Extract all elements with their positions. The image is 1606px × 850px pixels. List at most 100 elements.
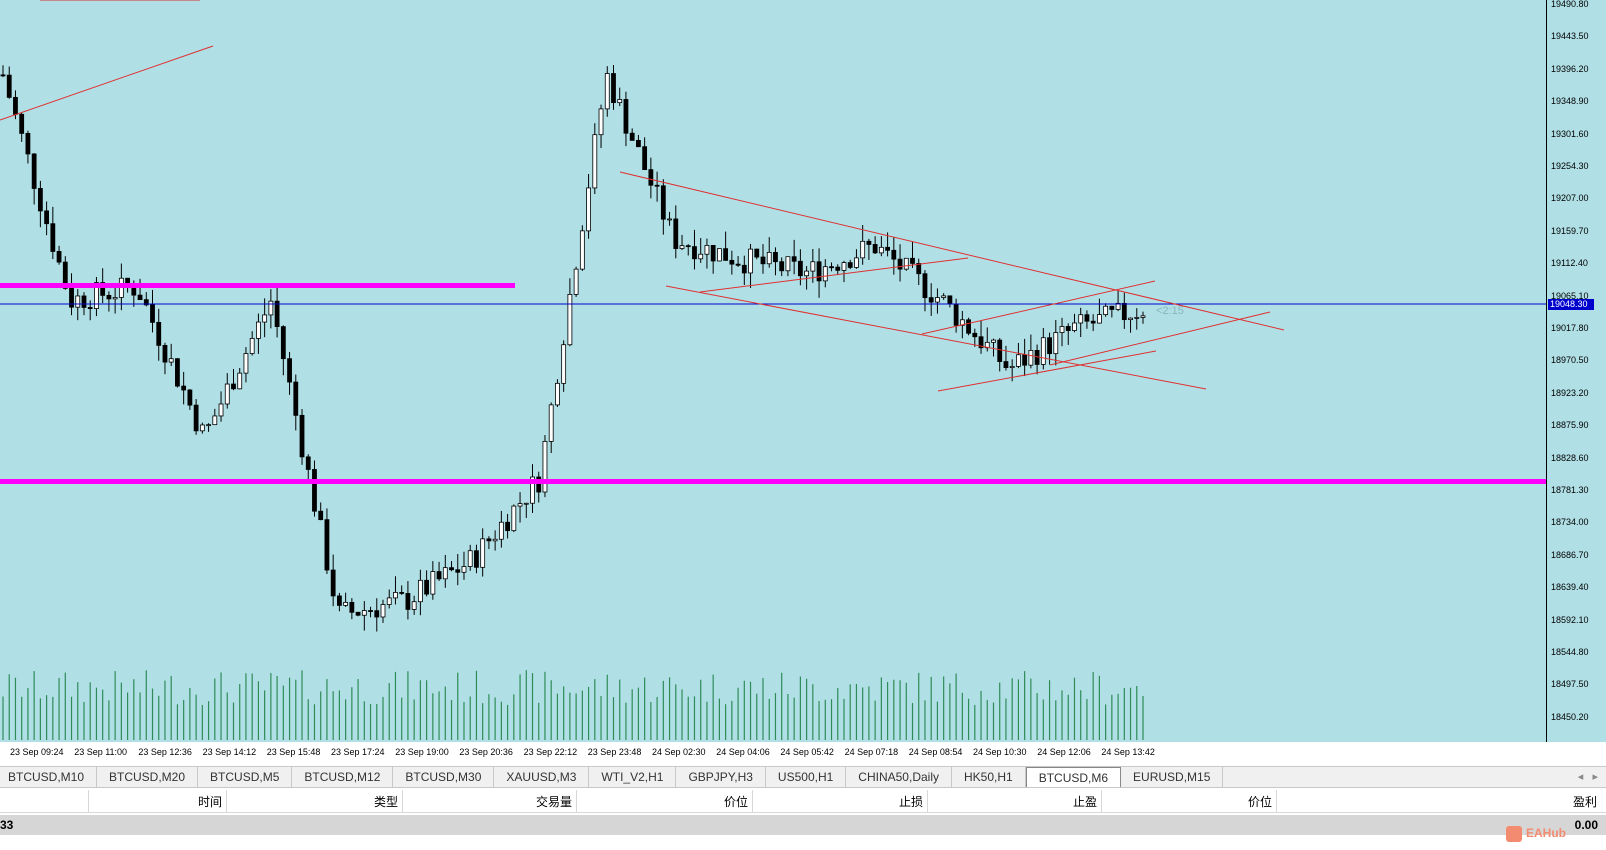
trendline-wedge-right-lower[interactable]: [937, 350, 1157, 392]
candle-body: [75, 295, 81, 308]
price-chart[interactable]: [0, 0, 1546, 742]
candle-body: [760, 256, 766, 265]
candle-body: [660, 185, 666, 220]
candle-body: [212, 415, 218, 426]
tab-wti-v2-h1[interactable]: WTI_V2,H1: [589, 767, 677, 787]
candle-body: [262, 314, 268, 323]
candle-body: [175, 358, 180, 387]
tab-hk50-h1[interactable]: HK50,H1: [952, 767, 1026, 787]
candle-body: [847, 262, 853, 268]
column-separator[interactable]: [1276, 790, 1277, 812]
trendline-wedge-base-left[interactable]: [699, 257, 969, 293]
candle-body: [822, 266, 828, 282]
time-axis-label: 24 Sep 12:06: [1037, 747, 1091, 757]
candle-body: [966, 319, 971, 334]
price-axis-label: 19207.00: [1551, 193, 1589, 204]
candle-body: [1090, 320, 1096, 324]
tab-scroll-arrows[interactable]: ◂ ▸: [1578, 767, 1598, 787]
time-axis-label: 23 Sep 12:36: [138, 747, 192, 757]
time-axis-label: 24 Sep 04:06: [716, 747, 770, 757]
tab-btcusd-m5[interactable]: BTCUSD,M5: [198, 767, 293, 787]
candle-body: [87, 307, 93, 310]
candle-body: [891, 249, 897, 260]
terminal-column-header[interactable]: 盈利: [1573, 793, 1597, 810]
terminal-column-header[interactable]: 止损: [899, 793, 923, 810]
tab-china50-daily[interactable]: CHINA50,Daily: [846, 767, 952, 787]
terminal-column-header[interactable]: 价位: [1248, 793, 1272, 810]
terminal-column-header[interactable]: 止盈: [1073, 793, 1097, 810]
terminal-column-header[interactable]: 价位: [724, 793, 748, 810]
time-axis-label: 23 Sep 09:24: [10, 747, 64, 757]
column-separator[interactable]: [88, 790, 89, 812]
column-separator[interactable]: [752, 790, 753, 812]
tab-btcusd-m12[interactable]: BTCUSD,M12: [292, 767, 394, 787]
candle-body: [598, 108, 604, 136]
candle-body: [885, 246, 890, 251]
tab-btcusd-m30[interactable]: BTCUSD,M30: [393, 767, 495, 787]
candle-body: [878, 246, 884, 254]
price-axis-label: 19490.80: [1551, 0, 1589, 9]
candles: [0, 65, 1146, 632]
tab-btcusd-m20[interactable]: BTCUSD,M20: [97, 767, 199, 787]
time-axis-label: 23 Sep 23:48: [587, 747, 642, 757]
candle-body: [698, 253, 704, 260]
terminal-column-header[interactable]: 类型: [374, 793, 398, 810]
candle-body: [928, 297, 934, 303]
price-axis-label: 19017.80: [1551, 323, 1589, 333]
candle-body: [467, 550, 473, 567]
tab-xauusd-m3[interactable]: XAUUSD,M3: [494, 767, 590, 787]
candle-body: [355, 611, 361, 616]
candle-body: [455, 569, 461, 573]
candle-body: [505, 521, 510, 532]
candle-body: [667, 218, 672, 221]
tab-us500-h1[interactable]: US500,H1: [766, 767, 847, 787]
candle-body: [156, 321, 162, 346]
tab-eurusd-m15[interactable]: EURUSD,M15: [1121, 767, 1224, 787]
candle-body: [729, 259, 735, 265]
time-axis-label: 24 Sep 02:30: [652, 747, 706, 757]
candle-body: [579, 230, 585, 270]
candle-body: [1065, 326, 1071, 331]
support-level-line[interactable]: [0, 479, 1546, 484]
terminal-column-header[interactable]: 时间: [198, 793, 222, 810]
column-separator[interactable]: [402, 790, 403, 812]
tab-btcusd-m6[interactable]: BTCUSD,M6: [1025, 767, 1122, 787]
volume-bars: [2, 670, 1144, 740]
chart-area[interactable]: <2:15 23 Sep 09:24 23 Sep 11:00 23 Sep 12:…: [0, 0, 1546, 757]
candle-body: [636, 139, 641, 148]
resistance-level-line[interactable]: [0, 283, 515, 288]
trendlines: [0, 45, 1285, 392]
tab-btcusd-m10[interactable]: BTCUSD,M10: [0, 767, 98, 787]
candle-body: [1009, 365, 1015, 369]
candle-body: [0, 74, 6, 77]
trendline-left-rising[interactable]: [0, 45, 214, 121]
price-axis-label: 19159.70: [1551, 225, 1589, 236]
candle-body: [642, 146, 648, 171]
candle-body: [866, 240, 872, 245]
time-axis-label: 23 Sep 11:00: [74, 747, 128, 757]
candle-body: [343, 601, 349, 606]
eahub-watermark: EAHub: [1506, 826, 1566, 842]
time-axis-label: 24 Sep 13:42: [1101, 747, 1155, 757]
candle-body: [193, 404, 199, 432]
candle-body: [237, 372, 243, 390]
candle-body: [704, 244, 710, 255]
terminal-column-header[interactable]: 交易量: [536, 793, 572, 810]
price-axis[interactable]: 19490.80 19443.50 19396.20 19348.90 19301.60…: [1546, 0, 1606, 742]
column-separator[interactable]: [576, 790, 577, 812]
column-separator[interactable]: [226, 790, 227, 812]
price-axis-label: 18686.70: [1551, 549, 1589, 560]
candle-body: [604, 73, 610, 110]
candle-body: [835, 266, 841, 271]
candle-body: [972, 332, 978, 338]
candle-body: [897, 258, 903, 270]
tab-gbpjpy-h3[interactable]: GBPJPY,H3: [676, 767, 766, 787]
candle-body: [592, 134, 598, 189]
candle-body: [916, 263, 922, 275]
candle-body: [480, 538, 486, 568]
candle-body: [6, 74, 12, 98]
column-separator[interactable]: [1101, 790, 1102, 812]
candle-body: [910, 257, 915, 264]
candle-body: [1128, 317, 1133, 321]
column-separator[interactable]: [927, 790, 928, 812]
